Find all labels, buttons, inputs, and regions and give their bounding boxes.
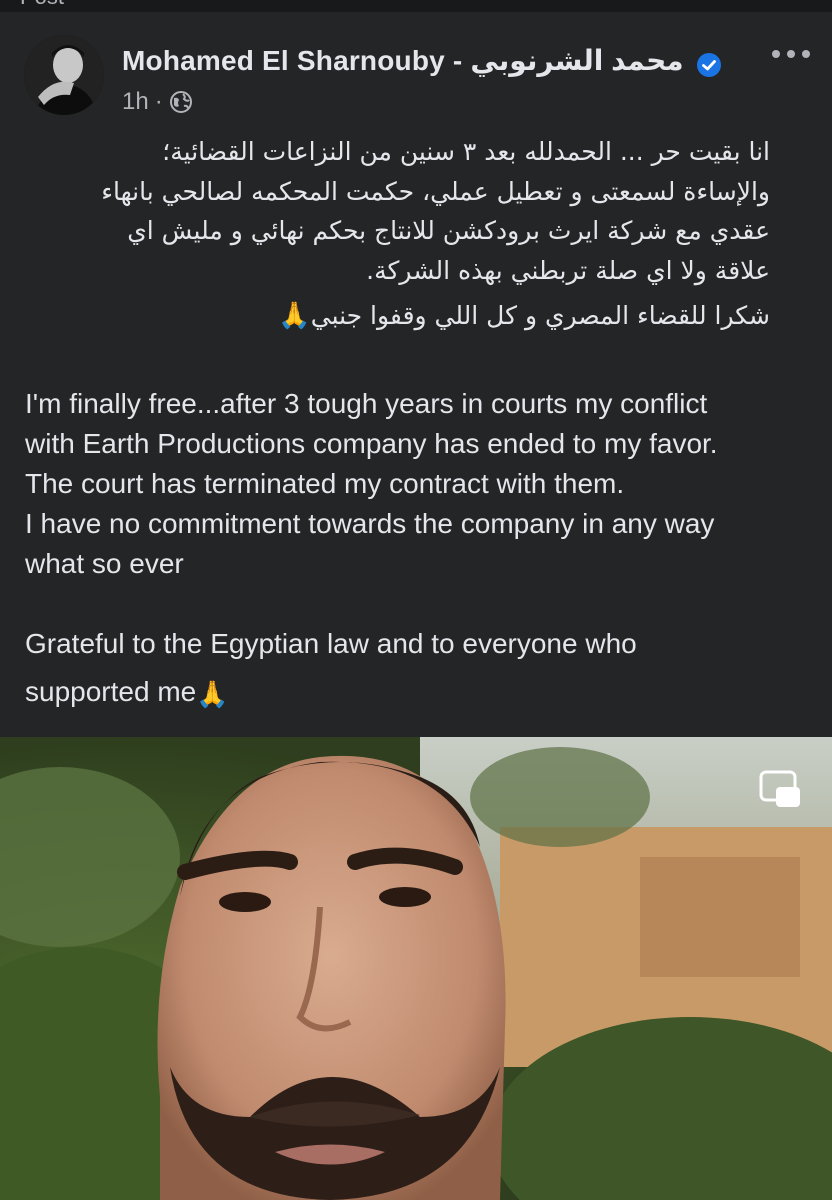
author-name[interactable]: Mohamed El Sharnouby - محمد الشرنوبي xyxy=(122,44,684,77)
arabic-thanks-line: شكرا للقضاء المصري و كل اللي وقفوا جنبي🙏 xyxy=(24,296,770,337)
pray-emoji: 🙏 xyxy=(278,301,311,332)
picture-in-picture-icon[interactable] xyxy=(758,769,802,809)
english-line: what so ever xyxy=(25,548,184,579)
post-header: Mohamed El Sharnouby - محمد الشرنوبي 1h … xyxy=(0,32,832,122)
author-avatar[interactable] xyxy=(24,35,104,115)
english-thanks-line: Grateful to the Egyptian law and to ever… xyxy=(25,628,637,659)
post-video[interactable] xyxy=(0,737,832,1200)
pray-emoji: 🙏 xyxy=(196,678,229,709)
english-line: I have no commitment towards the company… xyxy=(25,508,715,539)
arabic-line: عقدي مع شركة ايرث برودكشن للانتاج بحكم ن… xyxy=(127,216,770,245)
previous-header-text: Post xyxy=(20,0,64,10)
verified-badge-icon xyxy=(697,53,721,77)
video-frame-image xyxy=(0,737,832,1200)
arabic-line: والإساءة لسمعتى و تعطيل عملي، حكمت المحك… xyxy=(101,176,770,206)
previous-section-header: Post xyxy=(0,0,832,12)
post-meta: 1h · xyxy=(122,88,193,116)
post-text-arabic: انا بقيت حر ... الحمدلله بعد ٣ سنين من ا… xyxy=(24,132,770,337)
post-time[interactable]: 1h xyxy=(122,88,149,116)
post-text-english: I'm finally free...after 3 tough years i… xyxy=(25,384,815,714)
arabic-line: انا بقيت حر ... الحمدلله بعد ٣ سنين من ا… xyxy=(162,137,770,166)
english-line: I'm finally free...after 3 tough years i… xyxy=(25,388,708,419)
english-thanks-line-2: supported me🙏 xyxy=(25,672,815,714)
globe-icon xyxy=(169,91,192,113)
english-line: with Earth Productions company has ended… xyxy=(25,428,718,459)
arabic-line: علاقة ولا اي صلة تربطني بهذه الشركة. xyxy=(366,255,770,285)
english-thanks-text: supported me xyxy=(25,676,197,707)
more-options-icon[interactable] xyxy=(770,44,812,64)
english-line: The court has terminated my contract wit… xyxy=(25,468,625,499)
arabic-thanks-text: شكرا للقضاء المصري و كل اللي وقفوا جنبي xyxy=(310,301,770,330)
meta-separator: · xyxy=(154,88,163,115)
